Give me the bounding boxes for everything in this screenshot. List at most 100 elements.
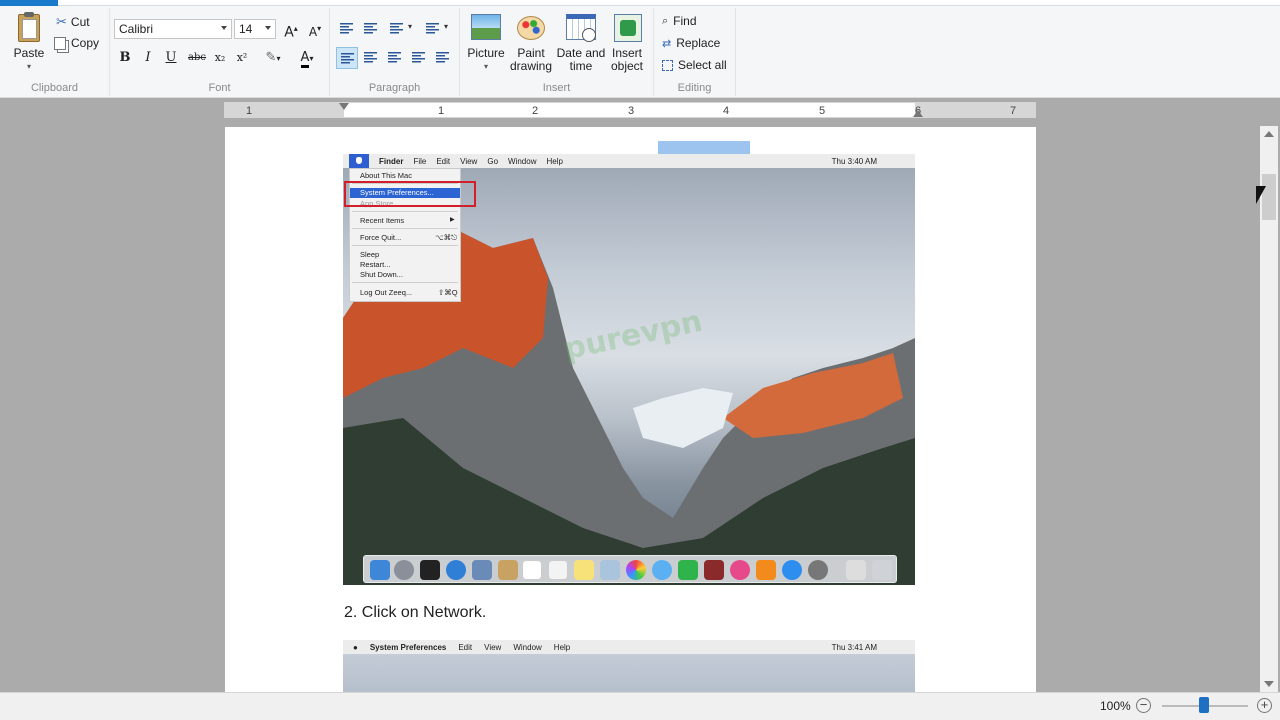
text-color-button[interactable]: A▾ xyxy=(292,47,322,69)
underline-button[interactable]: U xyxy=(160,47,182,69)
menu-go[interactable]: Go xyxy=(487,157,498,166)
reminders-icon[interactable] xyxy=(548,560,568,580)
paste-button[interactable]: Paste ▾ xyxy=(12,12,46,73)
menu-file[interactable]: File xyxy=(413,157,426,166)
scroll-up-icon[interactable] xyxy=(1264,131,1274,137)
insert-object-button[interactable]: Insert object xyxy=(606,12,648,73)
align-left-icon xyxy=(341,53,354,64)
date-time-button[interactable]: Date and time xyxy=(556,12,606,73)
right-indent-marker[interactable] xyxy=(913,110,923,117)
menu-item-about[interactable]: About This Mac xyxy=(360,171,412,180)
downloads-icon[interactable] xyxy=(846,560,866,580)
copy-button[interactable]: Copy xyxy=(54,36,99,50)
photos-icon[interactable] xyxy=(626,560,646,580)
launchpad-icon[interactable] xyxy=(394,560,414,580)
highlighter-icon: ✎ xyxy=(265,50,277,65)
file-tab[interactable] xyxy=(0,0,58,6)
menu-item-force-quit[interactable]: Force Quit... xyxy=(360,233,401,242)
ruler[interactable]: 1 1 2 3 4 5 6 7 xyxy=(224,102,1036,118)
mail-icon[interactable] xyxy=(472,560,492,580)
superscript-button[interactable]: x² xyxy=(231,47,253,69)
line-spacing-button[interactable]: ▾ xyxy=(422,18,450,40)
safari-icon[interactable] xyxy=(446,560,466,580)
menu-view[interactable]: View xyxy=(484,643,501,652)
embedded-screenshot-2[interactable]: ● System Preferences Edit View Window He… xyxy=(343,640,915,692)
maps-icon[interactable] xyxy=(600,560,620,580)
zoom-in-icon[interactable]: + xyxy=(1257,698,1272,713)
app-store-icon[interactable] xyxy=(782,560,802,580)
apple-icon[interactable] xyxy=(349,154,369,168)
left-indent-marker[interactable] xyxy=(339,103,349,110)
chevron-down-icon xyxy=(221,26,227,30)
subscript-button[interactable]: x₂ xyxy=(209,47,231,69)
menu-separator xyxy=(352,282,458,283)
finder-icon[interactable] xyxy=(370,560,390,580)
menu-window[interactable]: Window xyxy=(508,157,536,166)
find-button[interactable]: ⌕ Find xyxy=(662,14,697,28)
shrink-font-icon[interactable]: A▾ xyxy=(304,18,326,40)
increase-indent-button[interactable] xyxy=(360,18,382,40)
align-left-button[interactable] xyxy=(336,47,358,69)
menu-item-recent-items[interactable]: Recent Items xyxy=(360,216,404,225)
ruler-number: 5 xyxy=(819,105,826,117)
replace-button[interactable]: ⇄ Replace xyxy=(662,36,720,50)
strikethrough-button[interactable]: abc xyxy=(184,47,210,69)
chevron-down-icon xyxy=(265,26,271,30)
messages-icon[interactable] xyxy=(652,560,672,580)
font-family-value: Calibri xyxy=(119,22,154,36)
calendar-icon[interactable] xyxy=(522,560,542,580)
bullets-button[interactable]: ▾ xyxy=(386,18,414,40)
facetime-icon[interactable] xyxy=(678,560,698,580)
zoom-slider-thumb[interactable] xyxy=(1199,697,1209,713)
select-all-icon xyxy=(662,59,673,71)
menu-help[interactable]: Help xyxy=(546,157,562,166)
system-preferences-icon[interactable] xyxy=(808,560,828,580)
font-size-select[interactable]: 14 xyxy=(234,19,276,39)
vertical-scrollbar[interactable] xyxy=(1260,126,1278,692)
font-family-select[interactable]: Calibri xyxy=(114,19,232,39)
ibooks-icon[interactable] xyxy=(756,560,776,580)
highlight-color-button[interactable]: ✎▾ xyxy=(258,47,288,69)
mission-control-icon[interactable] xyxy=(420,560,440,580)
select-all-button[interactable]: Select all xyxy=(662,58,727,72)
menu-item-shut-down[interactable]: Shut Down... xyxy=(360,270,403,279)
document-page[interactable]: purevpn Finder File Edit View Go Window … xyxy=(225,127,1036,692)
notes-icon[interactable] xyxy=(574,560,594,580)
highlight-box xyxy=(344,181,476,207)
decrease-indent-button[interactable] xyxy=(336,18,358,40)
menu-edit[interactable]: Edit xyxy=(436,157,450,166)
itunes-icon[interactable] xyxy=(730,560,750,580)
mac-menubar-2: ● System Preferences Edit View Window He… xyxy=(343,640,915,654)
mouse-cursor-icon xyxy=(1256,186,1266,204)
paragraph-icon xyxy=(436,52,449,63)
trash-icon[interactable] xyxy=(872,560,892,580)
align-center-button[interactable] xyxy=(360,47,382,69)
zoom-out-icon[interactable]: − xyxy=(1136,698,1151,713)
grow-font-icon[interactable]: A▴ xyxy=(280,18,302,41)
replace-label: Replace xyxy=(676,36,721,50)
align-right-button[interactable] xyxy=(384,47,406,69)
apple-icon[interactable]: ● xyxy=(353,643,358,652)
photo-booth-icon[interactable] xyxy=(704,560,724,580)
menu-system-preferences[interactable]: System Preferences xyxy=(370,643,447,652)
embedded-screenshot-1[interactable]: purevpn Finder File Edit View Go Window … xyxy=(343,154,915,585)
paint-drawing-button[interactable]: Paint drawing xyxy=(508,12,554,73)
calendar-clock-icon xyxy=(564,12,598,44)
scroll-down-icon[interactable] xyxy=(1264,681,1274,687)
menu-edit[interactable]: Edit xyxy=(458,643,472,652)
menu-item-log-out[interactable]: Log Out Zeeq... xyxy=(360,288,412,297)
contacts-icon[interactable] xyxy=(498,560,518,580)
menu-help[interactable]: Help xyxy=(554,643,570,652)
menu-item-restart[interactable]: Restart... xyxy=(360,260,390,269)
menu-finder[interactable]: Finder xyxy=(379,157,403,166)
italic-button[interactable]: I xyxy=(137,47,159,69)
picture-button[interactable]: Picture ▾ xyxy=(466,12,506,73)
cut-button[interactable]: ✂ Cut xyxy=(56,14,90,30)
menu-window[interactable]: Window xyxy=(513,643,541,652)
menu-item-sleep[interactable]: Sleep xyxy=(360,250,379,259)
menu-view[interactable]: View xyxy=(460,157,477,166)
justify-button[interactable] xyxy=(408,47,430,69)
paragraph-settings-button[interactable] xyxy=(432,47,454,69)
bold-button[interactable]: B xyxy=(114,47,136,69)
ruler-number: 2 xyxy=(532,105,539,117)
